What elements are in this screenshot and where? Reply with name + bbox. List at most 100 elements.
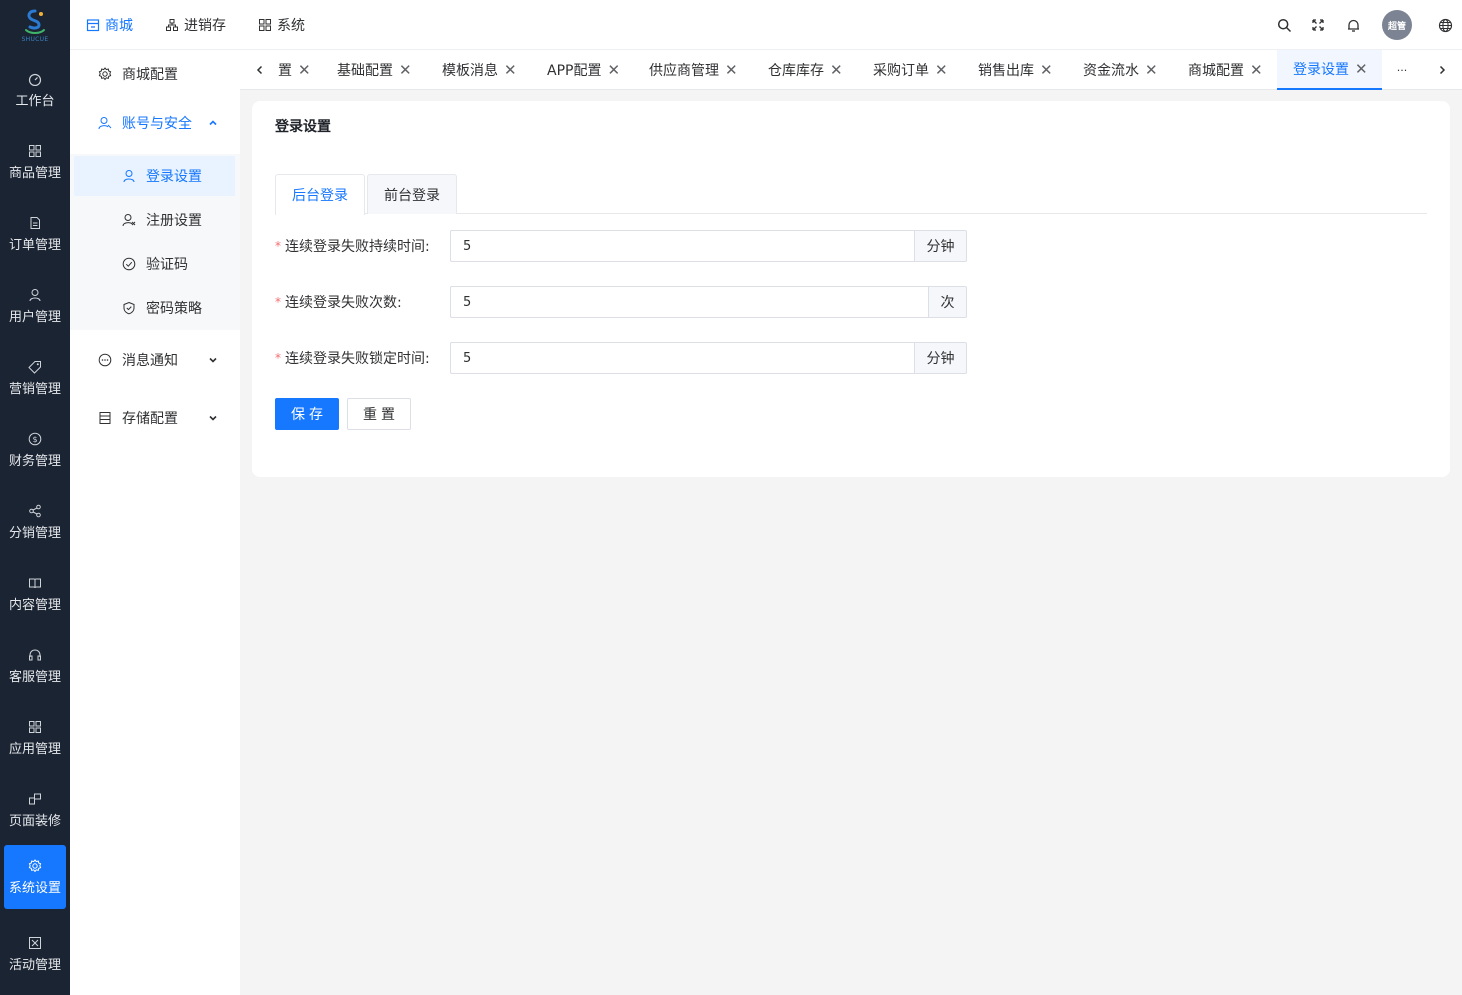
tab-admin-login[interactable]: 后台登录	[275, 174, 365, 215]
submenu-item-label: 消息通知	[122, 353, 178, 369]
submenu-item-storage[interactable]: 存储配置	[70, 396, 240, 440]
storage-icon	[98, 411, 112, 425]
sidebar-item-activities[interactable]: 活动管理	[4, 922, 66, 986]
sidebar-item-apps[interactable]: 应用管理	[4, 706, 66, 770]
sidebar-item-workbench[interactable]: 工作台	[4, 58, 66, 122]
tab-basic-config[interactable]: 基础配置 ✕	[337, 50, 412, 90]
tabs-scroll-right[interactable]	[1432, 50, 1452, 90]
tab-partial[interactable]: 置 ✕	[278, 50, 311, 90]
field-label-text: 连续登录失败次数:	[285, 295, 402, 311]
tab-label: 置	[278, 63, 292, 79]
tab-supplier[interactable]: 供应商管理 ✕	[649, 50, 738, 90]
close-icon[interactable]: ✕	[935, 61, 948, 79]
field-label: * 连续登录失败持续时间:	[275, 230, 430, 262]
sidebar-item-service[interactable]: 客服管理	[4, 634, 66, 698]
form-tabs: 后台登录 前台登录	[275, 174, 1427, 215]
tab-mall-config[interactable]: 商城配置 ✕	[1188, 50, 1263, 90]
globe-icon[interactable]	[1435, 0, 1455, 50]
field-label: * 连续登录失败次数:	[275, 286, 402, 318]
header-nav-mall[interactable]: 商城	[86, 0, 133, 50]
reset-button[interactable]: 重置	[347, 398, 411, 430]
header-nav-label: 系统	[277, 18, 305, 34]
sidebar-item-label: 用户管理	[8, 309, 61, 325]
sidebar-item-label: 营销管理	[8, 381, 61, 397]
document-icon	[28, 216, 42, 230]
lock-duration-input[interactable]: 5	[450, 342, 915, 374]
submenu-item-captcha[interactable]: 验证码	[74, 244, 235, 284]
chat-icon	[98, 353, 112, 367]
chevron-down-icon	[208, 338, 218, 382]
sidebar-item-system-settings[interactable]: 系统设置	[4, 845, 66, 909]
tab-template-message[interactable]: 模板消息 ✕	[442, 50, 517, 90]
check-circle-icon	[122, 257, 136, 271]
submenu-item-register-settings[interactable]: 注册设置	[74, 200, 235, 240]
form-row-lock-duration: * 连续登录失败锁定时间: 5 分钟	[275, 342, 975, 374]
submenu-item-notifications[interactable]: 消息通知	[70, 338, 240, 382]
tab-cash-flow[interactable]: 资金流水 ✕	[1083, 50, 1158, 90]
sidebar-item-content[interactable]: 内容管理	[4, 562, 66, 626]
sidebar-item-distribution[interactable]: 分销管理	[4, 490, 66, 554]
user-avatar[interactable]: 超管	[1382, 0, 1412, 50]
bell-icon[interactable]	[1343, 0, 1363, 50]
unit-times: 次	[929, 286, 967, 318]
sidebar-item-label: 分销管理	[8, 525, 61, 541]
tab-purchase-order[interactable]: 采购订单 ✕	[873, 50, 948, 90]
sidebar-item-decoration[interactable]: 页面装修	[4, 778, 66, 842]
tab-sales-outbound[interactable]: 销售出库 ✕	[978, 50, 1053, 90]
fullscreen-icon[interactable]	[1308, 0, 1328, 50]
save-button[interactable]: 保存	[275, 398, 339, 430]
share-icon	[28, 504, 42, 518]
close-icon[interactable]: ✕	[1145, 61, 1158, 79]
fail-duration-input[interactable]: 5	[450, 230, 915, 262]
sidebar-item-finance[interactable]: $ 财务管理	[4, 418, 66, 482]
apps-icon	[28, 720, 42, 734]
close-icon[interactable]: ✕	[830, 61, 843, 79]
tag-icon	[28, 360, 42, 374]
field-label-text: 连续登录失败持续时间:	[285, 239, 430, 255]
close-icon[interactable]: ✕	[725, 61, 738, 79]
hierarchy-icon	[165, 18, 179, 32]
submenu-item-login-settings[interactable]: 登录设置	[74, 156, 235, 196]
close-icon[interactable]: ✕	[1040, 61, 1053, 79]
close-icon[interactable]: ✕	[504, 61, 517, 79]
logo[interactable]: SHUCUE	[0, 0, 70, 50]
gear-icon	[28, 858, 42, 873]
tabs-scroll-left[interactable]	[250, 50, 270, 90]
fail-count-input[interactable]: 5	[450, 286, 929, 318]
submenu-item-label: 存储配置	[122, 411, 178, 427]
search-icon[interactable]	[1274, 0, 1294, 50]
tab-warehouse[interactable]: 仓库库存 ✕	[768, 50, 843, 90]
tab-frontend-login[interactable]: 前台登录	[367, 174, 457, 214]
tab-login-settings[interactable]: 登录设置 ✕	[1277, 50, 1382, 90]
tab-label: 供应商管理	[649, 63, 719, 79]
tab-label: 采购订单	[873, 63, 929, 79]
sidebar-item-users[interactable]: 用户管理	[4, 274, 66, 338]
tabs-more-button[interactable]: ···	[1392, 50, 1412, 90]
submenu-item-account-security[interactable]: 账号与安全	[70, 101, 240, 145]
tab-label: 资金流水	[1083, 63, 1139, 79]
user-icon	[98, 116, 112, 130]
submenu-item-password-policy[interactable]: 密码策略	[74, 288, 235, 328]
close-icon[interactable]: ✕	[1355, 60, 1368, 78]
field-label: * 连续登录失败锁定时间:	[275, 342, 430, 374]
sidebar-item-label: 应用管理	[8, 741, 61, 757]
top-header: 商城 进销存 系统 超管	[70, 0, 1462, 50]
close-icon[interactable]: ✕	[298, 61, 311, 79]
close-icon[interactable]: ✕	[399, 61, 412, 79]
submenu-item-label: 登录设置	[146, 169, 202, 185]
submenu-item-mall-config[interactable]: 商城配置	[70, 52, 240, 96]
tab-app-config[interactable]: APP配置 ✕	[547, 50, 620, 90]
sidebar-item-orders[interactable]: 订单管理	[4, 202, 66, 266]
layout-icon	[28, 792, 42, 806]
close-icon[interactable]: ✕	[1250, 61, 1263, 79]
sidebar-item-products[interactable]: 商品管理	[4, 130, 66, 194]
tab-label: 登录设置	[1293, 62, 1349, 78]
sidebar-item-label: 活动管理	[8, 957, 61, 973]
header-nav-system[interactable]: 系统	[258, 0, 305, 50]
header-nav-inventory[interactable]: 进销存	[165, 0, 226, 50]
sidebar-item-label: 系统设置	[8, 880, 61, 896]
sidebar-item-marketing[interactable]: 营销管理	[4, 346, 66, 410]
shield-icon	[122, 301, 136, 315]
main-sidebar: SHUCUE 工作台 商品管理 订单管理 用户管理 营销管理 $ 财务管理 分销…	[0, 0, 70, 995]
close-icon[interactable]: ✕	[607, 61, 620, 79]
